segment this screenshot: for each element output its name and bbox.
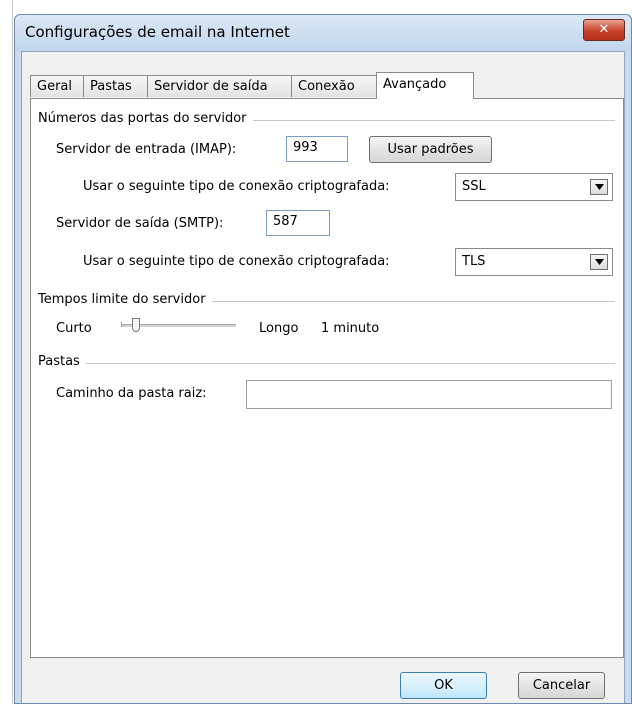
ports-group-title: Números das portas do servidor [38,111,253,126]
timeout-value-label: 1 minuto [321,321,380,336]
incoming-encryption-label: Usar o seguinte tipo de conexão criptogr… [83,179,390,194]
cancel-button[interactable]: Cancelar [518,672,605,699]
incoming-server-label: Servidor de entrada (IMAP): [56,142,237,157]
timeout-slider-thumb[interactable] [132,318,140,332]
incoming-port-field[interactable]: 993 [286,136,348,162]
tab-servidor-de-saida[interactable]: Servidor de saída [147,75,292,97]
outgoing-encryption-value: TLS [462,254,486,269]
tab-pastas[interactable]: Pastas [83,75,148,97]
tab-conexao[interactable]: Conexão [291,75,377,97]
use-defaults-button[interactable]: Usar padrões [369,136,492,163]
title-bar[interactable]: Configurações de email na Internet ✕ [15,15,631,51]
folders-group-title: Pastas [38,354,86,369]
chevron-down-icon[interactable] [590,254,608,270]
incoming-encryption-select[interactable]: SSL [455,173,613,201]
outgoing-server-label: Servidor de saída (SMTP): [56,216,224,231]
timeout-slider-tick [121,322,122,327]
email-settings-dialog: Configurações de email na Internet ✕ Ger… [14,14,632,704]
outgoing-encryption-select[interactable]: TLS [455,248,613,276]
timeout-long-label: Longo [259,321,299,336]
outgoing-encryption-label: Usar o seguinte tipo de conexão criptogr… [83,254,390,269]
root-path-field[interactable] [246,380,612,409]
chevron-down-icon[interactable] [590,179,608,195]
folders-group-divider [51,363,615,364]
root-path-label: Caminho da pasta raiz: [56,386,207,401]
timeout-slider[interactable] [121,316,236,336]
tab-avancado[interactable]: Avançado [376,72,474,99]
tab-geral[interactable]: Geral [30,75,84,97]
dialog-client-area: Geral Pastas Servidor de saída Conexão A… [21,51,625,703]
timeouts-group-title: Tempos limite do servidor [38,292,212,307]
ok-button[interactable]: OK [400,672,487,699]
incoming-encryption-value: SSL [462,179,486,194]
timeout-short-label: Curto [56,321,92,336]
close-icon: ✕ [598,22,610,37]
close-button[interactable]: ✕ [583,19,625,41]
dialog-title: Configurações de email na Internet [25,23,290,41]
outgoing-port-field[interactable]: 587 [266,210,330,236]
advanced-tab-panel: Números das portas do servidor Servidor … [30,98,624,658]
background-app-edge [0,0,13,704]
